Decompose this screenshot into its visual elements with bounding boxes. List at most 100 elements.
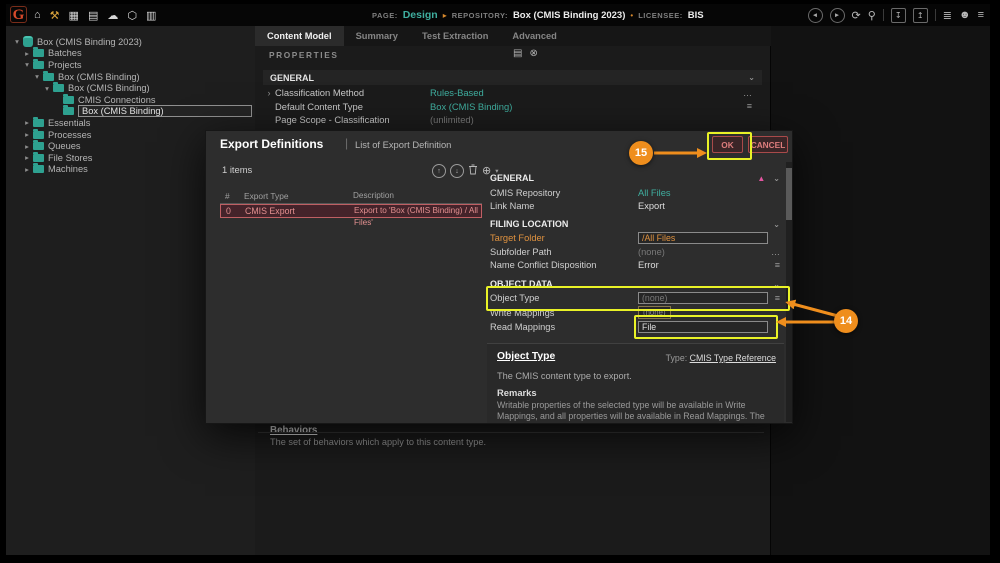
breadcrumb: PAGE: Design ▸ REPOSITORY: Box (CMIS Bin… (372, 4, 704, 26)
property-row-object-type[interactable]: Object Type (none) ≡ (490, 291, 782, 304)
grooper-logo-icon[interactable]: G (10, 6, 27, 23)
upload-icon[interactable]: ↥ (913, 8, 928, 23)
tree-item-repository[interactable]: ▾ Box (CMIS Binding 2023) (6, 36, 255, 48)
move-down-button[interactable]: ↓ (450, 164, 464, 178)
move-up-button[interactable]: ↑ (432, 164, 446, 178)
batches-icon[interactable]: ▤ (88, 9, 98, 22)
tree-item-box-selected[interactable]: Box (CMIS Binding) (6, 106, 255, 118)
cell-description: Export to 'Box (CMIS Binding) / All File… (354, 205, 481, 229)
section-filing-location[interactable]: FILING LOCATION ⌄ (490, 217, 780, 231)
layers-icon[interactable]: ≣ (943, 9, 952, 22)
tab-test-extraction[interactable]: Test Extraction (410, 26, 500, 46)
refresh-icon[interactable]: ⟳ (852, 9, 861, 22)
tab-advanced[interactable]: Advanced (500, 26, 568, 46)
section-general[interactable]: GENERAL ⌄ (263, 70, 762, 85)
page-label: PAGE: (372, 11, 398, 20)
remarks-text: Writable properties of the selected type… (497, 400, 769, 424)
grid-icon[interactable]: ▦ (69, 9, 79, 22)
tab-summary[interactable]: Summary (344, 26, 410, 46)
menu-button[interactable]: ≡ (747, 101, 752, 111)
expander-icon[interactable]: ▾ (22, 60, 32, 69)
close-icon[interactable]: ⊗ (529, 48, 537, 59)
expander-icon[interactable]: ▾ (42, 84, 52, 93)
chevron-down-icon[interactable]: ⌄ (773, 174, 780, 183)
chevron-down-icon[interactable]: ⌄ (773, 280, 780, 289)
hex-icon[interactable]: ⬡ (127, 9, 137, 22)
home-icon[interactable]: ⌂ (34, 9, 41, 21)
tools-icon[interactable]: ⚒ (50, 9, 60, 22)
property-row-read-mappings[interactable]: Read Mappings File (490, 320, 782, 333)
forward-button[interactable]: ► (830, 8, 845, 23)
menu-icon[interactable]: ≡ (978, 9, 984, 21)
repository-value[interactable]: Box (CMIS Binding 2023) (513, 10, 625, 21)
ellipsis-button[interactable]: … (771, 247, 780, 257)
tree-item-label: Processes (48, 130, 91, 140)
stats-icon[interactable]: ▥ (146, 9, 156, 22)
property-row-page-scope-classification[interactable]: Page Scope - Classification (unlimited) (263, 113, 762, 126)
top-bar: G ⌂ ⚒ ▦ ▤ ☁ ⬡ ▥ PAGE: Design ▸ REPOSITOR… (6, 4, 990, 26)
write-mappings-value[interactable]: (none) (638, 306, 671, 319)
property-row-default-content-type[interactable]: Default Content Type Box (CMIS Binding) … (263, 100, 762, 113)
delete-icon[interactable] (468, 162, 478, 180)
property-row-target-folder[interactable]: Target Folder /All Files (490, 231, 782, 244)
property-row-classification-method[interactable]: › Classification Method Rules-Based … (263, 86, 762, 99)
chevron-down-icon[interactable]: ⌄ (773, 220, 780, 229)
table-row[interactable]: 0 CMIS Export Export to 'Box (CMIS Bindi… (220, 204, 482, 218)
property-row-name-conflict-disposition[interactable]: Name Conflict Disposition Error ≡ (490, 258, 782, 271)
remarks-title: Remarks (497, 387, 537, 398)
property-value[interactable]: Error (638, 260, 659, 270)
expander-icon[interactable]: ▸ (22, 118, 32, 127)
property-row-cmis-repository[interactable]: CMIS Repository All Files (490, 186, 782, 199)
search-icon[interactable]: ⚲ (868, 9, 876, 22)
scrollbar[interactable] (786, 162, 792, 422)
menu-button[interactable]: ≡ (775, 260, 780, 270)
tree-item-project-box[interactable]: ▾ Box (CMIS Binding) (6, 71, 255, 83)
type-link[interactable]: CMIS Type Reference (690, 353, 776, 363)
tree-item-cmis-connections[interactable]: CMIS Connections (6, 94, 255, 106)
user-icon[interactable]: ☻ (959, 9, 971, 21)
menu-button[interactable]: ≡ (775, 293, 780, 303)
callout-step-14: 14 (834, 309, 858, 333)
back-button[interactable]: ◄ (808, 8, 823, 23)
target-folder-input[interactable]: /All Files (638, 232, 768, 244)
cancel-button[interactable]: CANCEL (748, 136, 788, 153)
sub-expander-icon[interactable]: › (263, 88, 275, 98)
expander-icon[interactable]: ▸ (22, 165, 32, 174)
expander-icon[interactable]: ▸ (22, 153, 32, 162)
properties-title: PROPERTIES (269, 50, 338, 60)
page-value[interactable]: Design (403, 9, 438, 21)
expander-icon[interactable]: ▾ (12, 37, 22, 46)
list-toolbar: ↑ ↓ ⊕ ▾ (432, 162, 498, 180)
save-icon[interactable]: ▤ (513, 48, 522, 59)
expander-icon[interactable]: ▸ (22, 49, 32, 58)
column-description: Description (353, 191, 394, 200)
expander-icon[interactable]: ▸ (22, 142, 32, 151)
section-object-data[interactable]: OBJECT DATA ⌄ (490, 277, 780, 291)
chevron-down-icon[interactable]: ⌄ (748, 73, 755, 82)
expander-icon[interactable]: ▾ (32, 72, 42, 81)
download-icon[interactable]: ↧ (891, 8, 906, 23)
read-mappings-input[interactable]: File (638, 321, 768, 333)
tab-content-model[interactable]: Content Model (255, 26, 344, 46)
property-value[interactable]: (unlimited) (430, 114, 474, 125)
cloud-icon[interactable]: ☁ (107, 9, 118, 22)
scrollbar-thumb[interactable] (786, 168, 792, 220)
tree-item-projects[interactable]: ▾ Projects (6, 59, 255, 71)
property-row-write-mappings[interactable]: Write Mappings (none) (490, 306, 782, 319)
property-value[interactable]: Export (638, 201, 665, 211)
property-row-link-name[interactable]: Link Name Export (490, 199, 782, 212)
tree-item-contentmodel-box[interactable]: ▾ Box (CMIS Binding) (6, 82, 255, 94)
ellipsis-button[interactable]: … (743, 88, 752, 98)
property-value[interactable]: (none) (638, 247, 665, 257)
tree-item-batches[interactable]: ▸ Batches (6, 48, 255, 60)
property-value[interactable]: Box (CMIS Binding) (430, 101, 512, 112)
section-general[interactable]: GENERAL ▲ ⌄ (490, 171, 780, 185)
property-value[interactable]: Rules-Based (430, 87, 484, 98)
property-value[interactable]: All Files (638, 188, 671, 198)
ok-button[interactable]: OK (712, 136, 743, 153)
property-row-subfolder-path[interactable]: Subfolder Path (none) … (490, 245, 782, 258)
tree-item-essentials[interactable]: ▸ Essentials (6, 117, 255, 129)
expander-icon[interactable]: ▸ (22, 130, 32, 139)
behaviors-help-text: The set of behaviors which apply to this… (270, 437, 486, 447)
object-type-input[interactable]: (none) (638, 292, 768, 304)
